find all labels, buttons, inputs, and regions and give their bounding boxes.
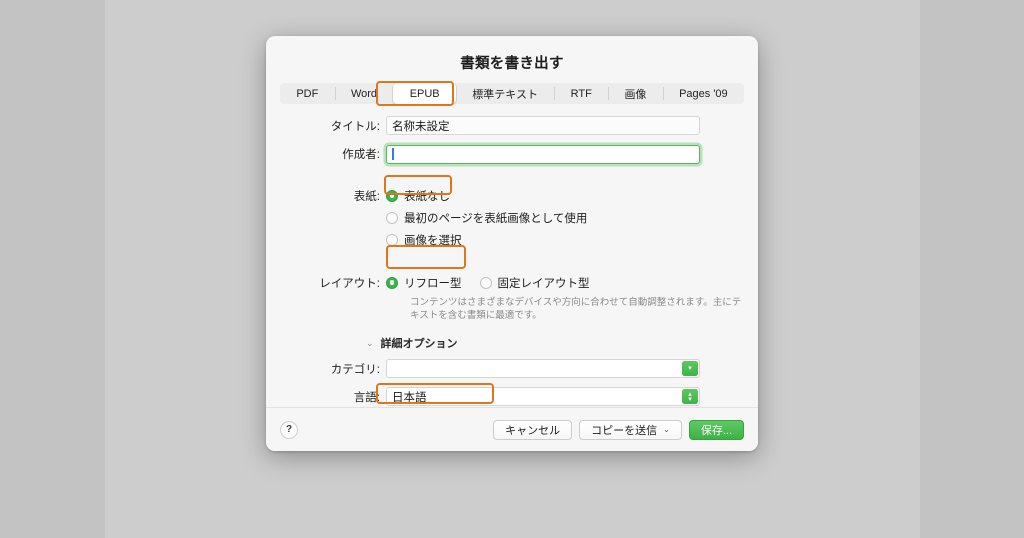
radio-label: リフロー型 — [404, 275, 462, 291]
tab-label: EPUB — [410, 88, 440, 100]
cover-row-2: 最初のページを表紙画像として使用 — [266, 209, 758, 227]
stepper-updown-icon[interactable]: ▴▾ — [682, 389, 698, 404]
advanced-options-label: 詳細オプション — [381, 335, 458, 351]
tab-label: Word — [351, 88, 377, 100]
dialog-footer: ? キャンセル コピーを送信 ⌄ 保存... — [266, 407, 758, 451]
cover-row-1: 表紙: 表紙なし — [266, 187, 758, 205]
tab-pdf[interactable]: PDF — [280, 83, 335, 104]
tab-label: 画像 — [624, 86, 646, 102]
layout-description: コンテンツはさまざまなデバイスや方向に合わせて自動調整されます。主にテキストを含… — [386, 296, 758, 324]
radio-option-reflowable[interactable]: リフロー型 — [386, 275, 462, 291]
save-button[interactable]: 保存... — [689, 420, 744, 440]
radio-icon-selected — [386, 277, 398, 289]
author-input[interactable] — [386, 145, 700, 164]
author-label: 作成者: — [266, 146, 386, 162]
title-input[interactable] — [386, 116, 700, 135]
chevron-down-icon: ⌄ — [663, 425, 670, 434]
cover-row-3: 画像を選択 — [266, 231, 758, 249]
dialog-title: 書類を書き出す — [266, 36, 758, 73]
cover-option-group: 表紙: 表紙なし 最初のページを表紙画像として使用 画像を選択 — [266, 187, 758, 249]
chevron-down-icon: ⌄ — [366, 339, 374, 348]
tab-rtf[interactable]: RTF — [554, 83, 608, 104]
format-tab-bar: PDF Word EPUB 標準テキスト RTF 画像 Pages '09 — [280, 83, 744, 104]
radio-option-fixed-layout[interactable]: 固定レイアウト型 — [480, 275, 590, 291]
radio-label: 表紙なし — [404, 188, 450, 204]
title-label: タイトル: — [266, 118, 386, 134]
advanced-options-disclosure[interactable]: ⌄ 詳細オプション — [366, 335, 758, 351]
help-button[interactable]: ? — [280, 421, 298, 439]
language-label: 言語: — [266, 389, 386, 405]
author-row: 作成者: — [266, 144, 758, 164]
layout-row: レイアウト: リフロー型 固定レイアウト型 — [266, 274, 758, 292]
radio-icon — [386, 212, 398, 224]
radio-label: 固定レイアウト型 — [498, 275, 590, 291]
text-caret — [392, 148, 394, 160]
title-row: タイトル: — [266, 116, 758, 135]
radio-option-no-cover[interactable]: 表紙なし — [386, 188, 450, 204]
cancel-button-label: キャンセル — [505, 422, 560, 438]
chevron-down-icon[interactable]: ▾ — [682, 361, 698, 376]
radio-icon — [480, 277, 492, 289]
cover-label: 表紙: — [266, 188, 386, 204]
export-document-dialog: 書類を書き出す PDF Word EPUB 標準テキスト RTF 画像 Page… — [266, 36, 758, 451]
save-button-label: 保存... — [701, 422, 732, 438]
author-field-wrap — [386, 144, 758, 164]
tab-label: Pages '09 — [679, 88, 728, 100]
language-value: 日本語 — [392, 389, 427, 405]
language-field-wrap: 日本語 ▴▾ — [386, 387, 758, 406]
category-select[interactable]: ▾ — [386, 359, 700, 378]
tab-label: RTF — [571, 88, 592, 100]
tab-pages-09[interactable]: Pages '09 — [663, 83, 744, 104]
layout-label: レイアウト: — [266, 275, 386, 291]
radio-icon — [386, 234, 398, 246]
cancel-button[interactable]: キャンセル — [493, 420, 572, 440]
radio-option-choose-image[interactable]: 画像を選択 — [386, 232, 462, 248]
tab-label: 標準テキスト — [472, 86, 538, 102]
send-copy-button-label: コピーを送信 — [591, 422, 657, 438]
category-row: カテゴリ: ▾ — [266, 359, 758, 378]
radio-option-first-page-as-cover[interactable]: 最初のページを表紙画像として使用 — [386, 210, 587, 226]
language-row: 言語: 日本語 ▴▾ — [266, 387, 758, 406]
language-select[interactable]: 日本語 ▴▾ — [386, 387, 700, 406]
title-field-wrap — [386, 116, 758, 135]
category-label: カテゴリ: — [266, 361, 386, 377]
tab-image[interactable]: 画像 — [608, 83, 663, 104]
radio-label: 最初のページを表紙画像として使用 — [404, 210, 587, 226]
tab-label: PDF — [296, 88, 318, 100]
radio-label: 画像を選択 — [404, 232, 462, 248]
radio-icon-selected — [386, 190, 398, 202]
export-options-form: タイトル: 作成者: 表紙: 表紙なし — [266, 114, 758, 451]
layout-option-group: レイアウト: リフロー型 固定レイアウト型 コンテンツはさまざまなデバイスや方向… — [266, 274, 758, 324]
send-copy-button[interactable]: コピーを送信 ⌄ — [579, 420, 682, 440]
tab-plain-text[interactable]: 標準テキスト — [456, 83, 554, 104]
tab-word[interactable]: Word — [335, 83, 394, 104]
tab-epub[interactable]: EPUB — [393, 83, 456, 104]
category-field-wrap: ▾ — [386, 359, 758, 378]
